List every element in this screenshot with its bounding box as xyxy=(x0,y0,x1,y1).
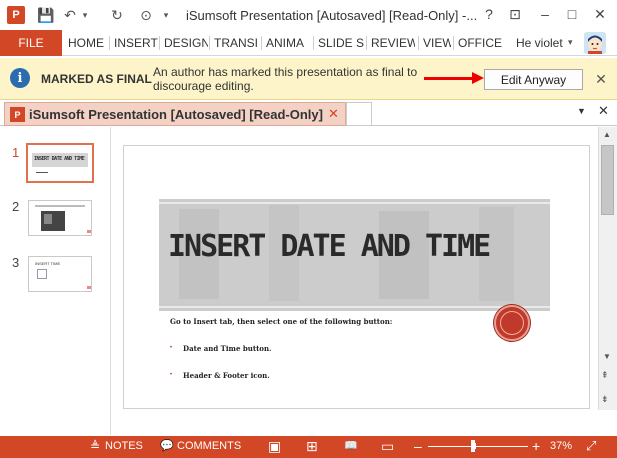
tab-office[interactable]: OFFICE xyxy=(458,30,502,56)
previous-slide-icon[interactable]: ⇞ xyxy=(601,370,609,381)
help-icon[interactable]: ? xyxy=(477,3,501,25)
tab-insert[interactable]: INSERT xyxy=(114,30,158,56)
user-account-name[interactable]: He violet xyxy=(516,36,563,50)
zoom-out-button[interactable]: – xyxy=(414,438,422,454)
document-tab[interactable]: P iSumsoft Presentation [Autosaved] [Rea… xyxy=(4,102,346,126)
zoom-level[interactable]: 37% xyxy=(550,440,572,452)
close-tab-icon[interactable]: ✕ xyxy=(328,106,339,122)
document-tab-title: iSumsoft Presentation [Autosaved] [Read-… xyxy=(29,107,323,122)
annotation-arrow-icon xyxy=(472,72,484,84)
slide-bullet-2[interactable]: Header & Footer icon. xyxy=(183,371,270,380)
tab-separator xyxy=(453,36,454,50)
annotation-arrow-shaft xyxy=(424,77,474,80)
edit-anyway-button[interactable]: Edit Anyway xyxy=(484,69,583,90)
message-bar-title: MARKED AS FINAL xyxy=(41,72,152,86)
tab-separator xyxy=(418,36,419,50)
zoom-slider-center-tick xyxy=(475,443,476,449)
scrollbar-thumb[interactable] xyxy=(601,145,614,215)
user-menu-caret-icon[interactable]: ▾ xyxy=(568,37,573,48)
tab-home[interactable]: HOME xyxy=(68,30,106,56)
zoom-slider-handle[interactable] xyxy=(471,440,475,452)
normal-view-icon[interactable]: ▣ xyxy=(268,438,281,455)
comments-icon[interactable]: 💬 xyxy=(160,439,174,452)
slide-show-icon[interactable]: ▭ xyxy=(381,438,394,455)
thumbnail-title: INSERT DATE AND TIME xyxy=(34,156,85,162)
tab-separator xyxy=(109,36,110,50)
slide-bullet-1[interactable]: Date and Time button. xyxy=(183,344,272,353)
message-bar-text: An author has marked this presentation a… xyxy=(153,65,418,93)
slide-title[interactable]: INSERT DATE AND TIME xyxy=(168,229,546,264)
ribbon-display-options-icon[interactable]: ⊡ xyxy=(503,3,527,25)
undo-dropdown-icon[interactable]: ▾ xyxy=(80,5,90,25)
banner-stripe xyxy=(159,306,550,308)
tab-separator xyxy=(261,36,262,50)
close-document-icon[interactable]: ✕ xyxy=(598,103,609,119)
tab-list-dropdown-icon[interactable]: ▼ xyxy=(577,106,586,116)
notes-button[interactable]: NOTES xyxy=(105,440,143,452)
zoom-in-button[interactable]: + xyxy=(532,438,540,454)
slide-thumbnail-2[interactable] xyxy=(28,200,92,236)
scroll-up-icon[interactable]: ▲ xyxy=(603,130,611,139)
scroll-down-icon[interactable]: ▼ xyxy=(603,352,611,361)
ribbon-tabs: FILE HOME INSERT DESIGN TRANSI ANIMA SLI… xyxy=(0,30,617,56)
tab-file[interactable]: FILE xyxy=(0,30,62,56)
next-slide-icon[interactable]: ⇟ xyxy=(601,394,609,405)
bullet-icon: • xyxy=(170,372,173,378)
new-tab-button[interactable] xyxy=(346,102,372,126)
close-message-bar-icon[interactable]: ✕ xyxy=(593,70,609,88)
close-window-icon[interactable]: ✕ xyxy=(588,3,612,25)
redo-icon[interactable]: ↻ xyxy=(108,5,126,25)
thumbnail-number: 1 xyxy=(12,145,20,160)
window-title: iSumsoft Presentation [Autosaved] [Read-… xyxy=(186,8,478,23)
banner-stripe xyxy=(159,202,550,204)
zoom-slider-track[interactable] xyxy=(428,446,528,447)
tab-review[interactable]: REVIEW xyxy=(371,30,415,56)
info-icon: i xyxy=(10,68,30,88)
tab-transitions[interactable]: TRANSI xyxy=(214,30,258,56)
title-bar: P 💾 ↶ ▾ ↻ ⊙ ▾ iSumsoft Presentation [Aut… xyxy=(0,0,617,30)
slide-body-text[interactable]: Go to Insert tab, then select one of the… xyxy=(170,317,392,326)
slide-sorter-icon[interactable]: ⊞ xyxy=(306,438,318,455)
tab-design[interactable]: DESIGN xyxy=(164,30,208,56)
tab-animations[interactable]: ANIMA xyxy=(266,30,310,56)
reading-view-icon[interactable]: 📖 xyxy=(344,439,358,452)
wax-seal-inner xyxy=(500,311,524,335)
tab-separator xyxy=(159,36,160,50)
tab-slide-show[interactable]: SLIDE S xyxy=(318,30,364,56)
bullet-icon: • xyxy=(170,345,173,351)
avatar[interactable] xyxy=(584,32,606,54)
notes-icon[interactable]: ≜ xyxy=(90,439,100,453)
thumbnail-number: 2 xyxy=(12,199,20,214)
tab-view[interactable]: VIEW xyxy=(423,30,451,56)
start-from-beginning-icon[interactable]: ⊙ xyxy=(136,5,156,25)
tab-separator xyxy=(366,36,367,50)
fit-to-window-icon[interactable]: ⤢ xyxy=(586,438,596,454)
slide-thumbnail-1[interactable]: INSERT DATE AND TIME xyxy=(26,143,94,183)
minimize-icon[interactable]: – xyxy=(533,3,557,25)
maximize-icon[interactable]: □ xyxy=(560,3,584,25)
save-icon[interactable]: 💾 xyxy=(36,5,56,25)
tab-separator xyxy=(209,36,210,50)
slide-thumbnail-3[interactable]: INSERT TIME xyxy=(28,256,92,292)
presentation-file-icon: P xyxy=(10,107,25,122)
status-bar: ≜ NOTES 💬 COMMENTS ▣ ⊞ 📖 ▭ – + 37% ⤢ xyxy=(0,436,617,458)
customize-qat-icon[interactable]: ▾ xyxy=(160,5,172,25)
thumbnail-number: 3 xyxy=(12,255,20,270)
powerpoint-app-icon[interactable]: P xyxy=(7,6,25,24)
tab-separator xyxy=(313,36,314,50)
undo-icon[interactable]: ↶ xyxy=(62,5,78,25)
comments-button[interactable]: COMMENTS xyxy=(177,440,241,452)
thumbnail-title: INSERT TIME xyxy=(35,261,61,266)
